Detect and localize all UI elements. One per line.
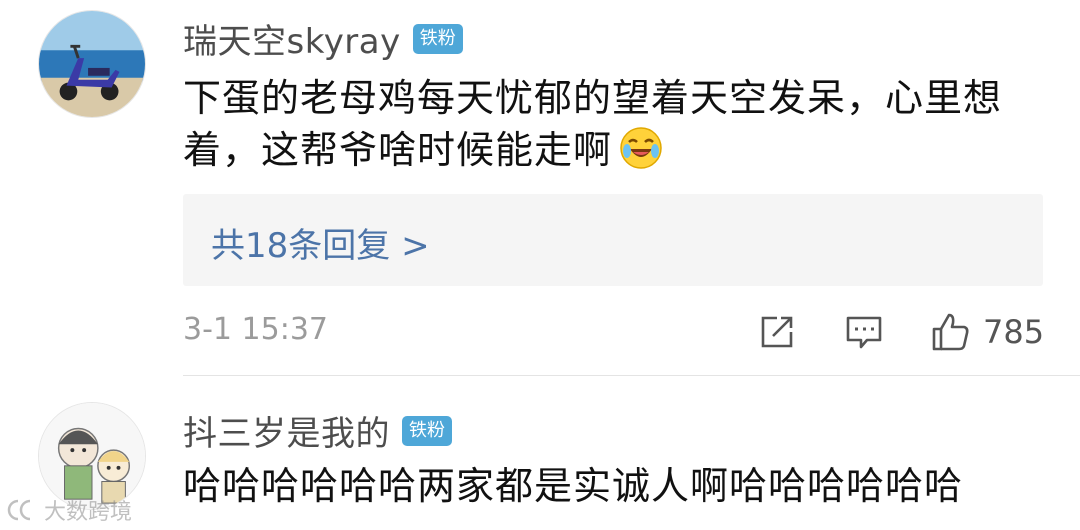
fan-badge: 铁粉 xyxy=(412,23,463,54)
timestamp: 3-1 15:37 xyxy=(183,312,328,347)
replies-count-link[interactable]: 共18条回复 > xyxy=(211,218,430,267)
share-button[interactable] xyxy=(757,310,797,354)
comment-text: 哈哈哈哈哈哈两家都是实诚人啊哈哈哈哈哈哈 xyxy=(183,464,964,508)
avatar-beach-scooter-image xyxy=(39,11,145,117)
watermark: 大数跨境 xyxy=(6,494,132,526)
like-button[interactable]: 785 xyxy=(929,310,1044,354)
username[interactable]: 瑞天空skyray xyxy=(183,14,401,63)
comment-meta: 3-1 15:37 785 xyxy=(183,310,1044,354)
username-row: 抖三岁是我的 铁粉 xyxy=(183,406,452,455)
comment-item: 抖三岁是我的 铁粉 哈哈哈哈哈哈两家都是实诚人啊哈哈哈哈哈哈 xyxy=(0,376,1080,530)
comment-text-container: 下蛋的老母鸡每天忧郁的望着天空发呆，心里想着，这帮爷啥时候能走啊 xyxy=(183,72,1053,176)
avatar[interactable] xyxy=(38,10,146,118)
comment-text: 下蛋的老母鸡每天忧郁的望着天空发呆，心里想着，这帮爷啥时候能走啊 xyxy=(183,76,1003,172)
laugh-cry-emoji-icon xyxy=(618,125,664,171)
comment-text-container: 哈哈哈哈哈哈两家都是实诚人啊哈哈哈哈哈哈 xyxy=(183,460,1053,512)
watermark-logo-icon xyxy=(7,499,31,521)
username-row: 瑞天空skyray 铁粉 xyxy=(183,14,463,63)
comment-button[interactable] xyxy=(843,310,885,354)
comment-item: 瑞天空skyray 铁粉 下蛋的老母鸡每天忧郁的望着天空发呆，心里想着，这帮爷啥… xyxy=(0,0,1080,376)
fan-badge: 铁粉 xyxy=(402,415,452,446)
share-icon xyxy=(761,316,793,348)
like-count: 785 xyxy=(983,313,1045,351)
view-replies-button[interactable]: 共18条回复 > xyxy=(183,194,1043,286)
comment-icon xyxy=(846,316,882,349)
watermark-text: 大数跨境 xyxy=(44,500,133,525)
username[interactable]: 抖三岁是我的 xyxy=(183,406,390,455)
thumbs-up-icon xyxy=(932,313,969,351)
